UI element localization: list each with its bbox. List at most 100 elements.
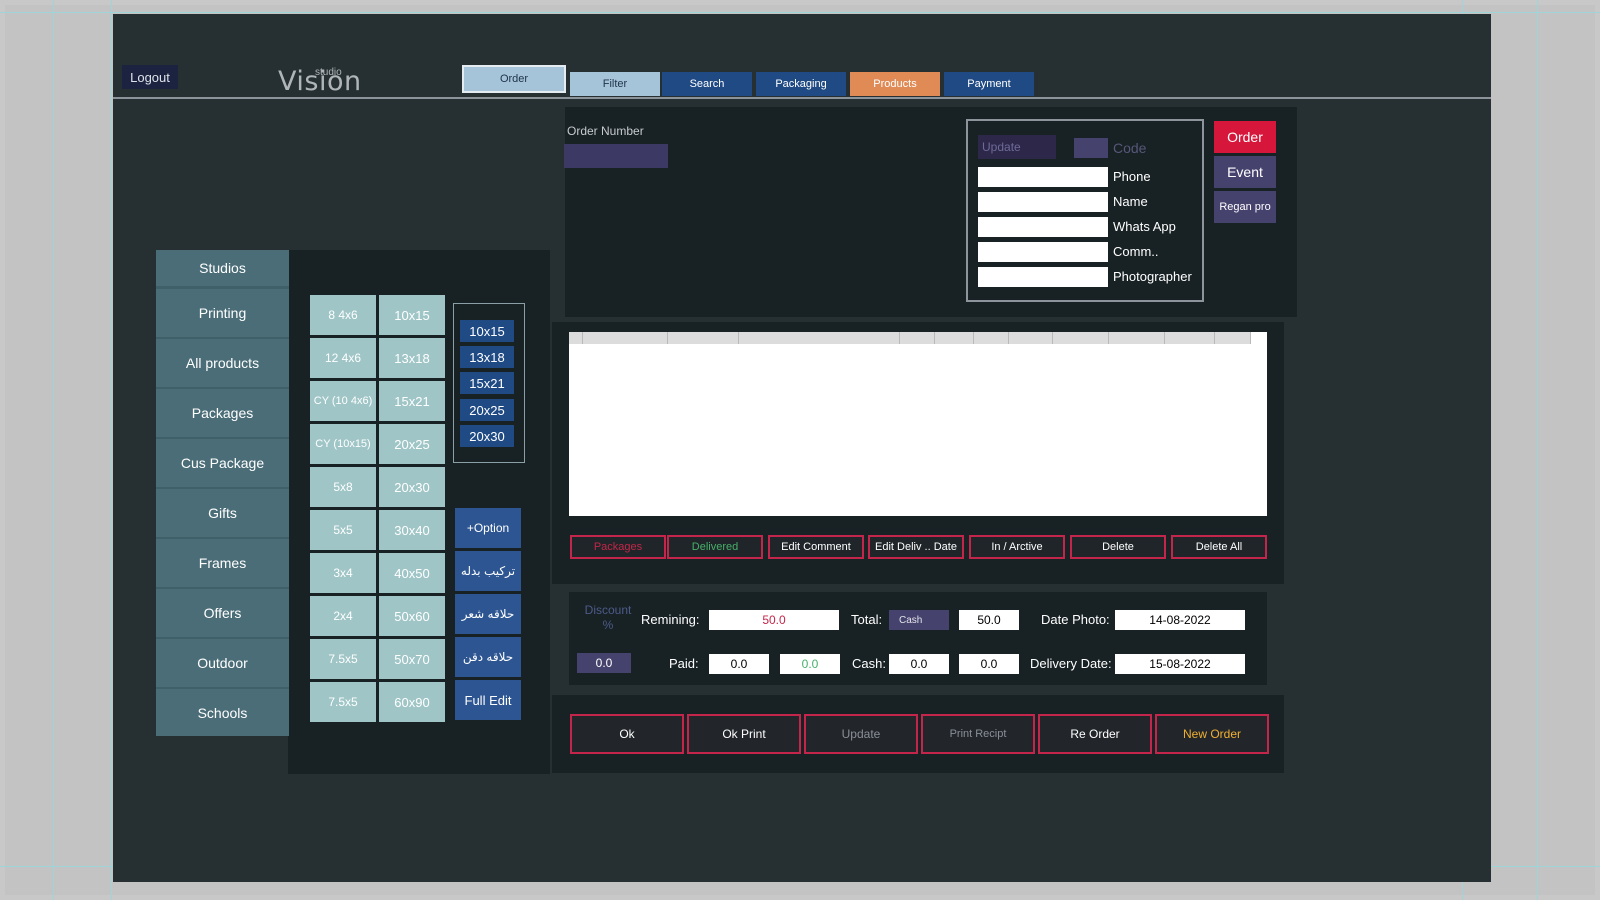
discount-label: Discount % [584,603,632,632]
size-button[interactable]: 50x70 [379,639,445,679]
size-button[interactable]: 12 4x6 [310,338,376,378]
delivery-date-field[interactable]: 15-08-2022 [1115,654,1245,674]
size-button[interactable]: 10x15 [379,295,445,335]
category-gifts[interactable]: Gifts [156,489,289,537]
name-field[interactable] [978,192,1108,212]
size-button[interactable]: 7.5x5 [310,639,376,679]
size-button[interactable]: 15x21 [379,381,445,421]
option-button[interactable]: حلاقه شعر [455,594,521,634]
size-button[interactable]: 13x18 [379,338,445,378]
size-button[interactable]: 60x90 [379,682,445,722]
whatsapp-field[interactable] [978,217,1108,237]
size-button[interactable]: 5x5 [310,510,376,550]
delete-button[interactable]: Delete [1070,535,1166,559]
phone-label: Phone [1113,169,1151,184]
order-items-table[interactable] [569,332,1267,516]
option-button[interactable]: حلاقه دقن [455,637,521,677]
full-edit-button[interactable]: Full Edit [455,680,521,720]
edit-delivery-date-button[interactable]: Edit Deliv .. Date [868,535,964,559]
size-button[interactable]: 30x40 [379,510,445,550]
code-label: Code [1113,140,1147,156]
size-button[interactable]: 40x50 [379,553,445,593]
delivery-date-label: Delivery Date: [1030,656,1112,671]
order-number-label: Order Number [567,124,644,138]
tab-payment[interactable]: Payment [944,72,1034,96]
size-button[interactable]: 7.5x5 [310,682,376,722]
payment-method-select[interactable]: Cash [889,610,949,630]
category-schools[interactable]: Schools [156,689,289,736]
size-button[interactable]: 2x4 [310,596,376,636]
paid-label: Paid: [669,656,699,671]
update-order-button[interactable]: Update [804,714,918,754]
re-order-button[interactable]: Re Order [1038,714,1152,754]
guide-line [53,0,54,900]
discount-input[interactable]: 0.0 [577,653,631,673]
order-type-button[interactable]: Order [1214,121,1276,153]
regan-pro-button[interactable]: Regan pro [1214,191,1276,223]
option-button[interactable]: تركيب بدله [455,551,521,591]
tab-filter[interactable]: Filter [570,72,660,96]
size-button[interactable]: 3x4 [310,553,376,593]
guide-line [1537,0,1538,900]
size-button[interactable]: 20x30 [379,467,445,507]
size-button[interactable]: 50x60 [379,596,445,636]
new-order-button[interactable]: New Order [1155,714,1269,754]
cash-label: Cash: [852,656,886,671]
category-cus-package[interactable]: Cus Package [156,439,289,487]
size-option[interactable]: 15x21 [460,372,514,394]
size-option[interactable]: 13x18 [460,346,514,368]
category-offers[interactable]: Offers [156,589,289,637]
category-all-products[interactable]: All products [156,339,289,387]
size-button[interactable]: 20x25 [379,424,445,464]
comment-field[interactable] [978,242,1108,262]
edit-comment-button[interactable]: Edit Comment [768,535,864,559]
print-receipt-button[interactable]: Print Recipt [921,714,1035,754]
ok-button[interactable]: Ok [570,714,684,754]
update-customer-button[interactable]: Update [978,135,1056,159]
app-window: Logout Vision studio Order Filter Search… [113,14,1491,882]
comment-label: Comm.. [1113,244,1159,259]
guide-line [111,0,112,900]
size-button[interactable]: 5x8 [310,467,376,507]
size-option[interactable]: 10x15 [460,320,514,342]
add-option-button[interactable]: +Option [455,508,521,548]
category-packages[interactable]: Packages [156,389,289,437]
tab-products[interactable]: Products [850,72,940,96]
remaining-label: Remining: [641,612,700,627]
total-label: Total: [851,612,883,627]
category-printing[interactable]: Printing [156,289,289,337]
paid-field[interactable]: 0.0 [709,654,769,674]
category-outdoor[interactable]: Outdoor [156,639,289,687]
date-photo-label: Date Photo: [1041,612,1110,627]
size-button[interactable]: CY (10 4x6) [310,381,376,421]
logout-button[interactable]: Logout [122,65,178,89]
tab-order[interactable]: Order [462,65,566,93]
paid-field-secondary[interactable]: 0.0 [780,654,840,674]
cash-field-secondary[interactable]: 0.0 [959,654,1019,674]
cash-field[interactable]: 0.0 [889,654,949,674]
in-archive-button[interactable]: In / Arctive [969,535,1065,559]
code-input[interactable] [1074,138,1108,158]
table-header [569,332,1252,344]
delivered-action-button[interactable]: Delivered [667,535,763,559]
event-type-button[interactable]: Event [1214,156,1276,188]
ok-print-button[interactable]: Ok Print [687,714,801,754]
phone-field[interactable] [978,167,1108,187]
tab-packaging[interactable]: Packaging [756,72,846,96]
order-number-input[interactable] [564,144,668,168]
size-button[interactable]: CY (10x15) [310,424,376,464]
packages-action-button[interactable]: Packages [570,535,666,559]
size-button[interactable]: 8 4x6 [310,295,376,335]
category-frames[interactable]: Frames [156,539,289,587]
tab-search[interactable]: Search [662,72,752,96]
delete-all-button[interactable]: Delete All [1171,535,1267,559]
date-photo-field[interactable]: 14-08-2022 [1115,610,1245,630]
photographer-field[interactable] [978,267,1108,287]
size-option[interactable]: 20x30 [460,425,514,447]
size-option[interactable]: 20x25 [460,399,514,421]
logo-subtext: studio [315,67,342,78]
photographer-label: Photographer [1113,269,1192,284]
remaining-value: 50.0 [709,610,839,630]
category-studios[interactable]: Studios [156,250,289,286]
header-divider [113,97,1491,99]
